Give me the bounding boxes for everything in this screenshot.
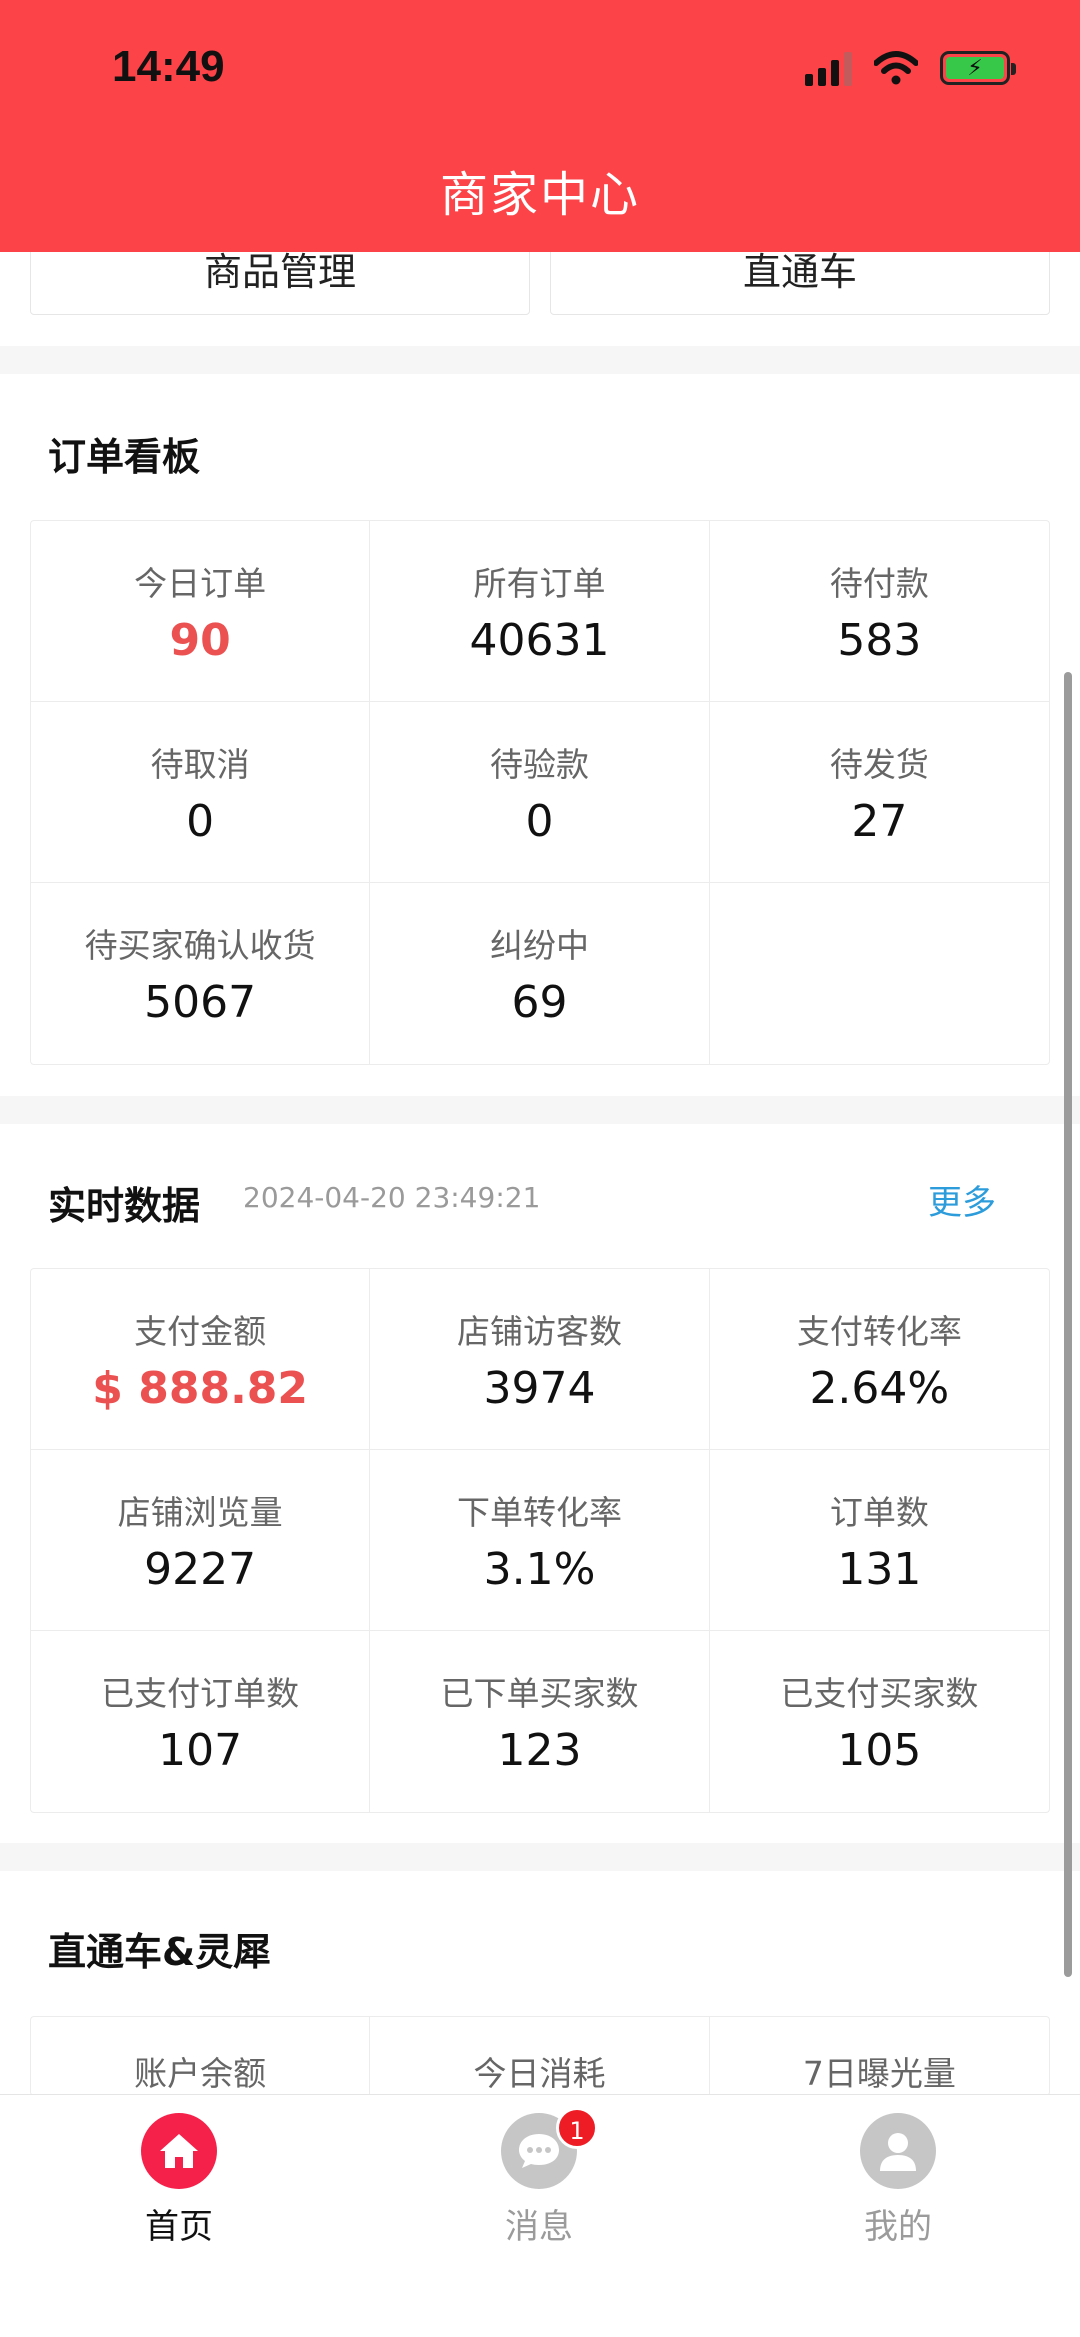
stat-all-orders[interactable]: 所有订单 40631 bbox=[370, 521, 710, 702]
section-divider bbox=[0, 1843, 1080, 1871]
scrollbar[interactable] bbox=[1064, 672, 1072, 1977]
empty-cell bbox=[710, 883, 1049, 1064]
order-board-grid: 今日订单 90 所有订单 40631 待付款 583 待取消 0 待验款 0 待… bbox=[30, 520, 1050, 1065]
order-board-title: 订单看板 bbox=[48, 435, 201, 479]
realtime-data-title: 实时数据 bbox=[48, 1184, 201, 1228]
stat-today-orders[interactable]: 今日订单 90 bbox=[31, 521, 371, 702]
cellular-signal-icon bbox=[805, 50, 852, 86]
stat-order-count[interactable]: 订单数 131 bbox=[709, 1450, 1049, 1631]
stat-pending-payment[interactable]: 待付款 583 bbox=[709, 521, 1049, 702]
stat-order-conversion[interactable]: 下单转化率 3.1% bbox=[370, 1450, 710, 1631]
stat-store-pageviews[interactable]: 店铺浏览量 9227 bbox=[31, 1450, 371, 1631]
tab-home[interactable]: 首页 bbox=[79, 2113, 279, 2248]
stat-today-spend[interactable]: 今日消耗 bbox=[370, 2017, 710, 2095]
status-icons: ⚡ bbox=[805, 50, 1016, 86]
ads-section-title: 直通车&灵犀 bbox=[48, 1930, 272, 1974]
stat-pending-shipment[interactable]: 待发货 27 bbox=[709, 702, 1049, 883]
realtime-grid: 支付金额 $ 888.82 店铺访客数 3974 支付转化率 2.64% 店铺浏… bbox=[30, 1268, 1050, 1813]
stat-pending-cancel[interactable]: 待取消 0 bbox=[31, 702, 371, 883]
message-badge: 1 bbox=[556, 2107, 598, 2149]
more-link[interactable]: 更多 bbox=[928, 1175, 996, 1224]
merchant-center-page: 14:49 ⚡ 商家中心 商品管理 直通车 订单看板 今日订单 90 所有订单 … bbox=[0, 0, 1080, 2337]
app-header: 14:49 ⚡ 商家中心 bbox=[0, 0, 1080, 252]
stat-ordering-buyers[interactable]: 已下单买家数 123 bbox=[370, 1631, 710, 1812]
battery-icon: ⚡ bbox=[940, 51, 1016, 85]
stat-payment-amount[interactable]: 支付金额 $ 888.82 bbox=[31, 1269, 371, 1450]
section-divider bbox=[0, 346, 1080, 374]
status-time: 14:49 bbox=[112, 42, 225, 91]
user-icon bbox=[860, 2113, 936, 2189]
stat-store-visitors[interactable]: 店铺访客数 3974 bbox=[370, 1269, 710, 1450]
stat-paying-buyers[interactable]: 已支付买家数 105 bbox=[710, 1631, 1049, 1812]
stat-account-balance[interactable]: 账户余额 bbox=[31, 2017, 371, 2095]
stat-7day-impressions[interactable]: 7日曝光量 bbox=[710, 2017, 1049, 2095]
ads-grid: 账户余额 今日消耗 7日曝光量 bbox=[30, 2016, 1050, 2096]
stat-pending-receipt[interactable]: 待买家确认收货 5067 bbox=[31, 883, 371, 1064]
home-icon bbox=[141, 2113, 217, 2189]
stat-in-dispute[interactable]: 纠纷中 69 bbox=[370, 883, 710, 1064]
stat-pending-verification[interactable]: 待验款 0 bbox=[370, 702, 710, 883]
wifi-icon bbox=[874, 51, 918, 85]
section-divider bbox=[0, 1096, 1080, 1124]
bottom-tab-bar: 首页 1 消息 我的 bbox=[0, 2094, 1080, 2337]
tab-profile[interactable]: 我的 bbox=[798, 2113, 998, 2248]
realtime-timestamp: 2024-04-20 23:49:21 bbox=[243, 1181, 541, 1214]
stat-payment-conversion[interactable]: 支付转化率 2.64% bbox=[709, 1269, 1049, 1450]
tab-messages[interactable]: 1 消息 bbox=[439, 2107, 639, 2248]
stat-paid-orders[interactable]: 已支付订单数 107 bbox=[31, 1631, 371, 1812]
page-title: 商家中心 bbox=[439, 167, 640, 223]
